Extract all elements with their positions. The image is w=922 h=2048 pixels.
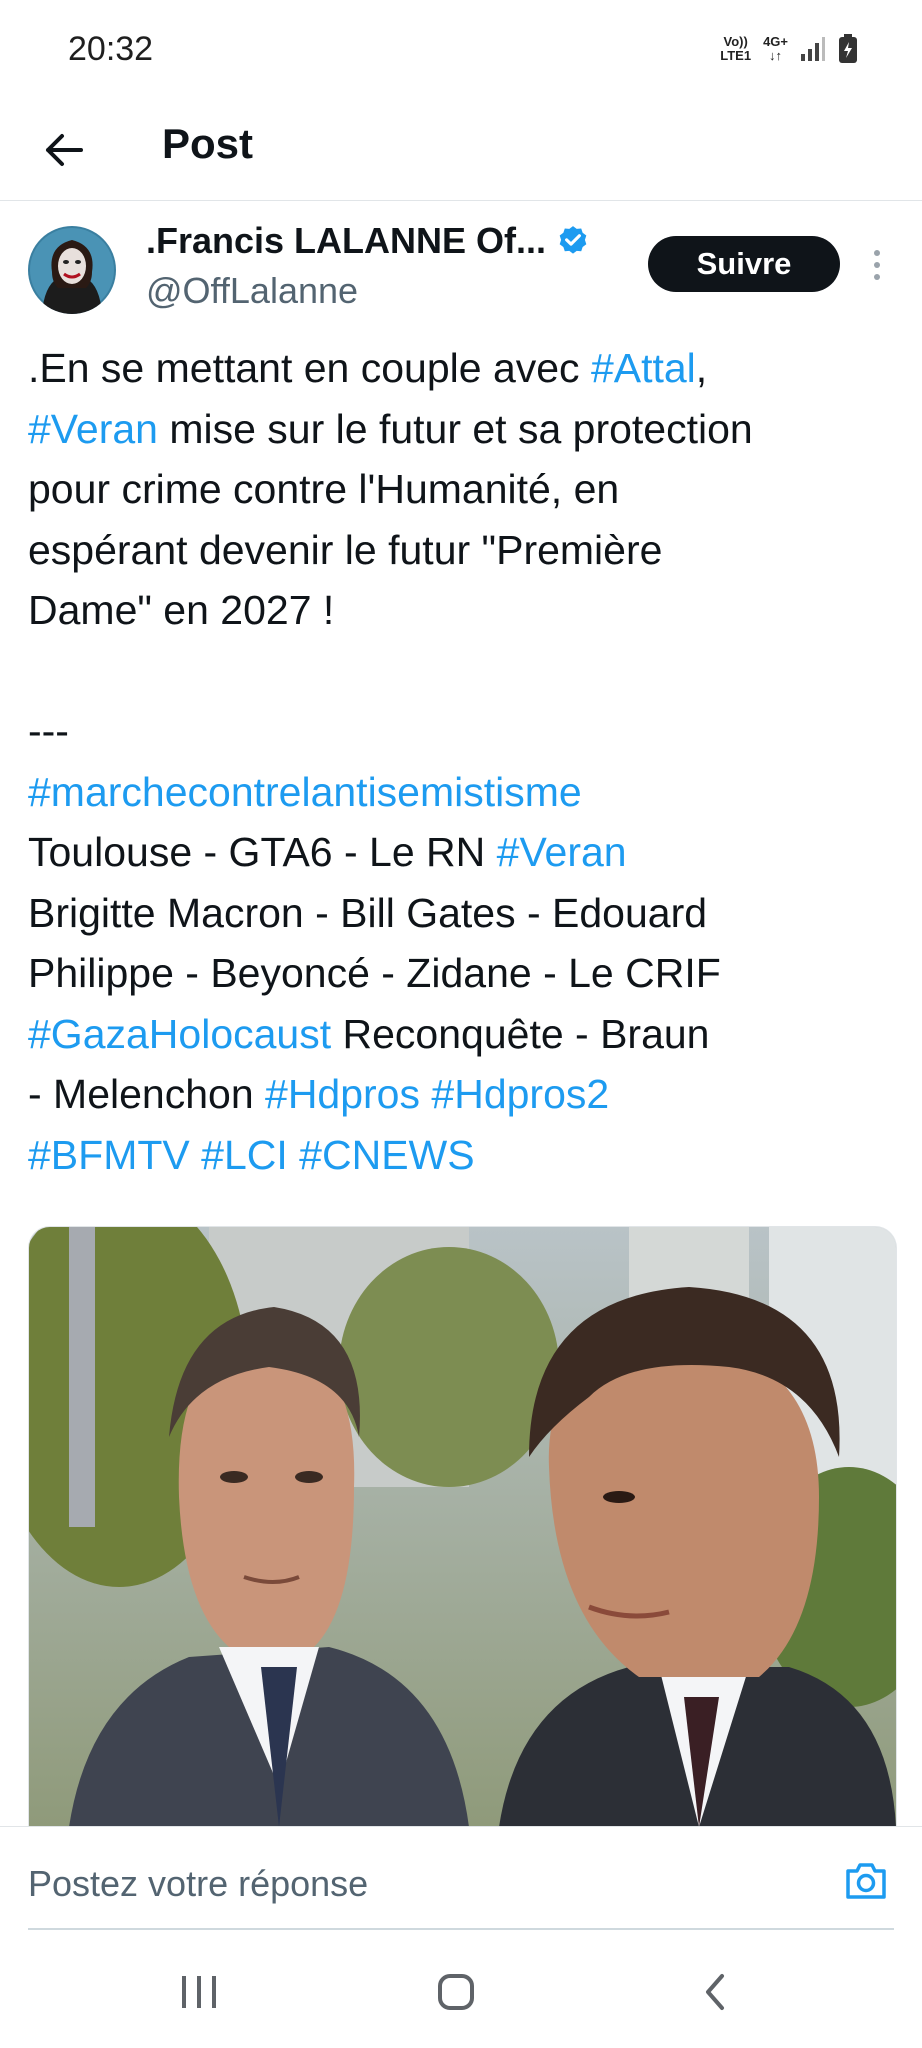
text-line: Brigitte Macron - Bill Gates - Edouard — [28, 889, 708, 936]
system-nav-bar — [0, 1932, 922, 2048]
follow-button[interactable]: Suivre — [648, 236, 840, 292]
status-bar: 20:32 Vo)) LTE1 4G+ ↓↑ — [0, 0, 922, 100]
arrow-left-icon — [46, 134, 83, 166]
back-button[interactable] — [36, 122, 92, 178]
text-line: .En se mettant en couple avec #Attal, — [28, 345, 708, 391]
post-text: .En se mettant en couple avec #Attal, #V… — [28, 338, 898, 1185]
hashtag-link[interactable]: #Veran — [28, 406, 158, 452]
avatar-image — [28, 226, 116, 314]
hashtag-link[interactable]: #marchecontrelantisemistisme — [28, 769, 582, 815]
post-media-image[interactable] — [28, 1226, 897, 1827]
text-line: #GazaHolocaust Reconquête - Braun — [28, 1010, 710, 1057]
hashtag-link[interactable]: #Veran — [497, 829, 627, 875]
text-line: #marchecontrelantisemistisme — [28, 762, 898, 823]
text-line: espérant devenir le futur "Première — [28, 526, 663, 573]
home-icon[interactable] — [436, 1972, 476, 2012]
photo — [29, 1227, 896, 1827]
top-app-bar: Post — [0, 100, 922, 201]
author-name[interactable]: .Francis LALANNE Of... — [146, 220, 546, 262]
hashtag-link[interactable]: #Attal — [591, 345, 696, 391]
text-line: Philippe - Beyoncé - Zidane - Le CRIF — [28, 950, 721, 996]
status-time: 20:32 — [68, 30, 154, 68]
hashtag-link[interactable]: #LCI — [201, 1132, 288, 1178]
text-line: Toulouse - GTA6 - Le RN #Veran — [28, 829, 627, 875]
camera-glyph — [846, 1863, 886, 1899]
text-line: - Melenchon #Hdpros #Hdpros2 — [28, 1071, 610, 1117]
text-line: --- — [28, 708, 69, 754]
volte-indicator: Vo)) LTE1 — [720, 34, 752, 63]
signal-icon — [801, 37, 825, 61]
author-handle[interactable]: @OffLalanne — [146, 270, 358, 312]
hashtag-link[interactable]: #Hdpros2 — [431, 1071, 609, 1117]
reply-input[interactable]: Postez votre réponse — [28, 1863, 368, 1905]
hashtag-link[interactable]: #BFMTV — [28, 1132, 190, 1178]
verified-badge-icon — [559, 226, 587, 254]
text-line: #Veran mise sur le futur et sa protectio… — [28, 405, 753, 452]
network-indicator: 4G+ ↓↑ — [763, 34, 788, 63]
battery-icon — [839, 34, 857, 63]
reply-divider — [28, 1928, 894, 1930]
hashtag-link[interactable]: #Hdpros — [265, 1071, 420, 1117]
recents-icon[interactable] — [178, 1974, 220, 2010]
back-icon[interactable] — [696, 1972, 736, 2012]
page-title: Post — [162, 120, 254, 167]
avatar[interactable] — [28, 226, 116, 314]
text-line: #BFMTV #LCI #CNEWS — [28, 1125, 898, 1186]
reply-bar: Postez votre réponse — [0, 1826, 922, 1929]
status-icons: Vo)) LTE1 4G+ ↓↑ — [720, 34, 858, 64]
hashtag-link[interactable]: #GazaHolocaust — [28, 1011, 331, 1057]
text-line: Dame" en 2027 ! — [28, 587, 335, 633]
author-name-row[interactable]: .Francis LALANNE Of... — [146, 220, 590, 262]
more-options-icon[interactable] — [862, 240, 892, 290]
camera-icon[interactable] — [840, 1855, 892, 1907]
hashtag-link[interactable]: #CNEWS — [299, 1132, 474, 1178]
text-line: pour crime contre l'Humanité, en — [28, 466, 620, 512]
